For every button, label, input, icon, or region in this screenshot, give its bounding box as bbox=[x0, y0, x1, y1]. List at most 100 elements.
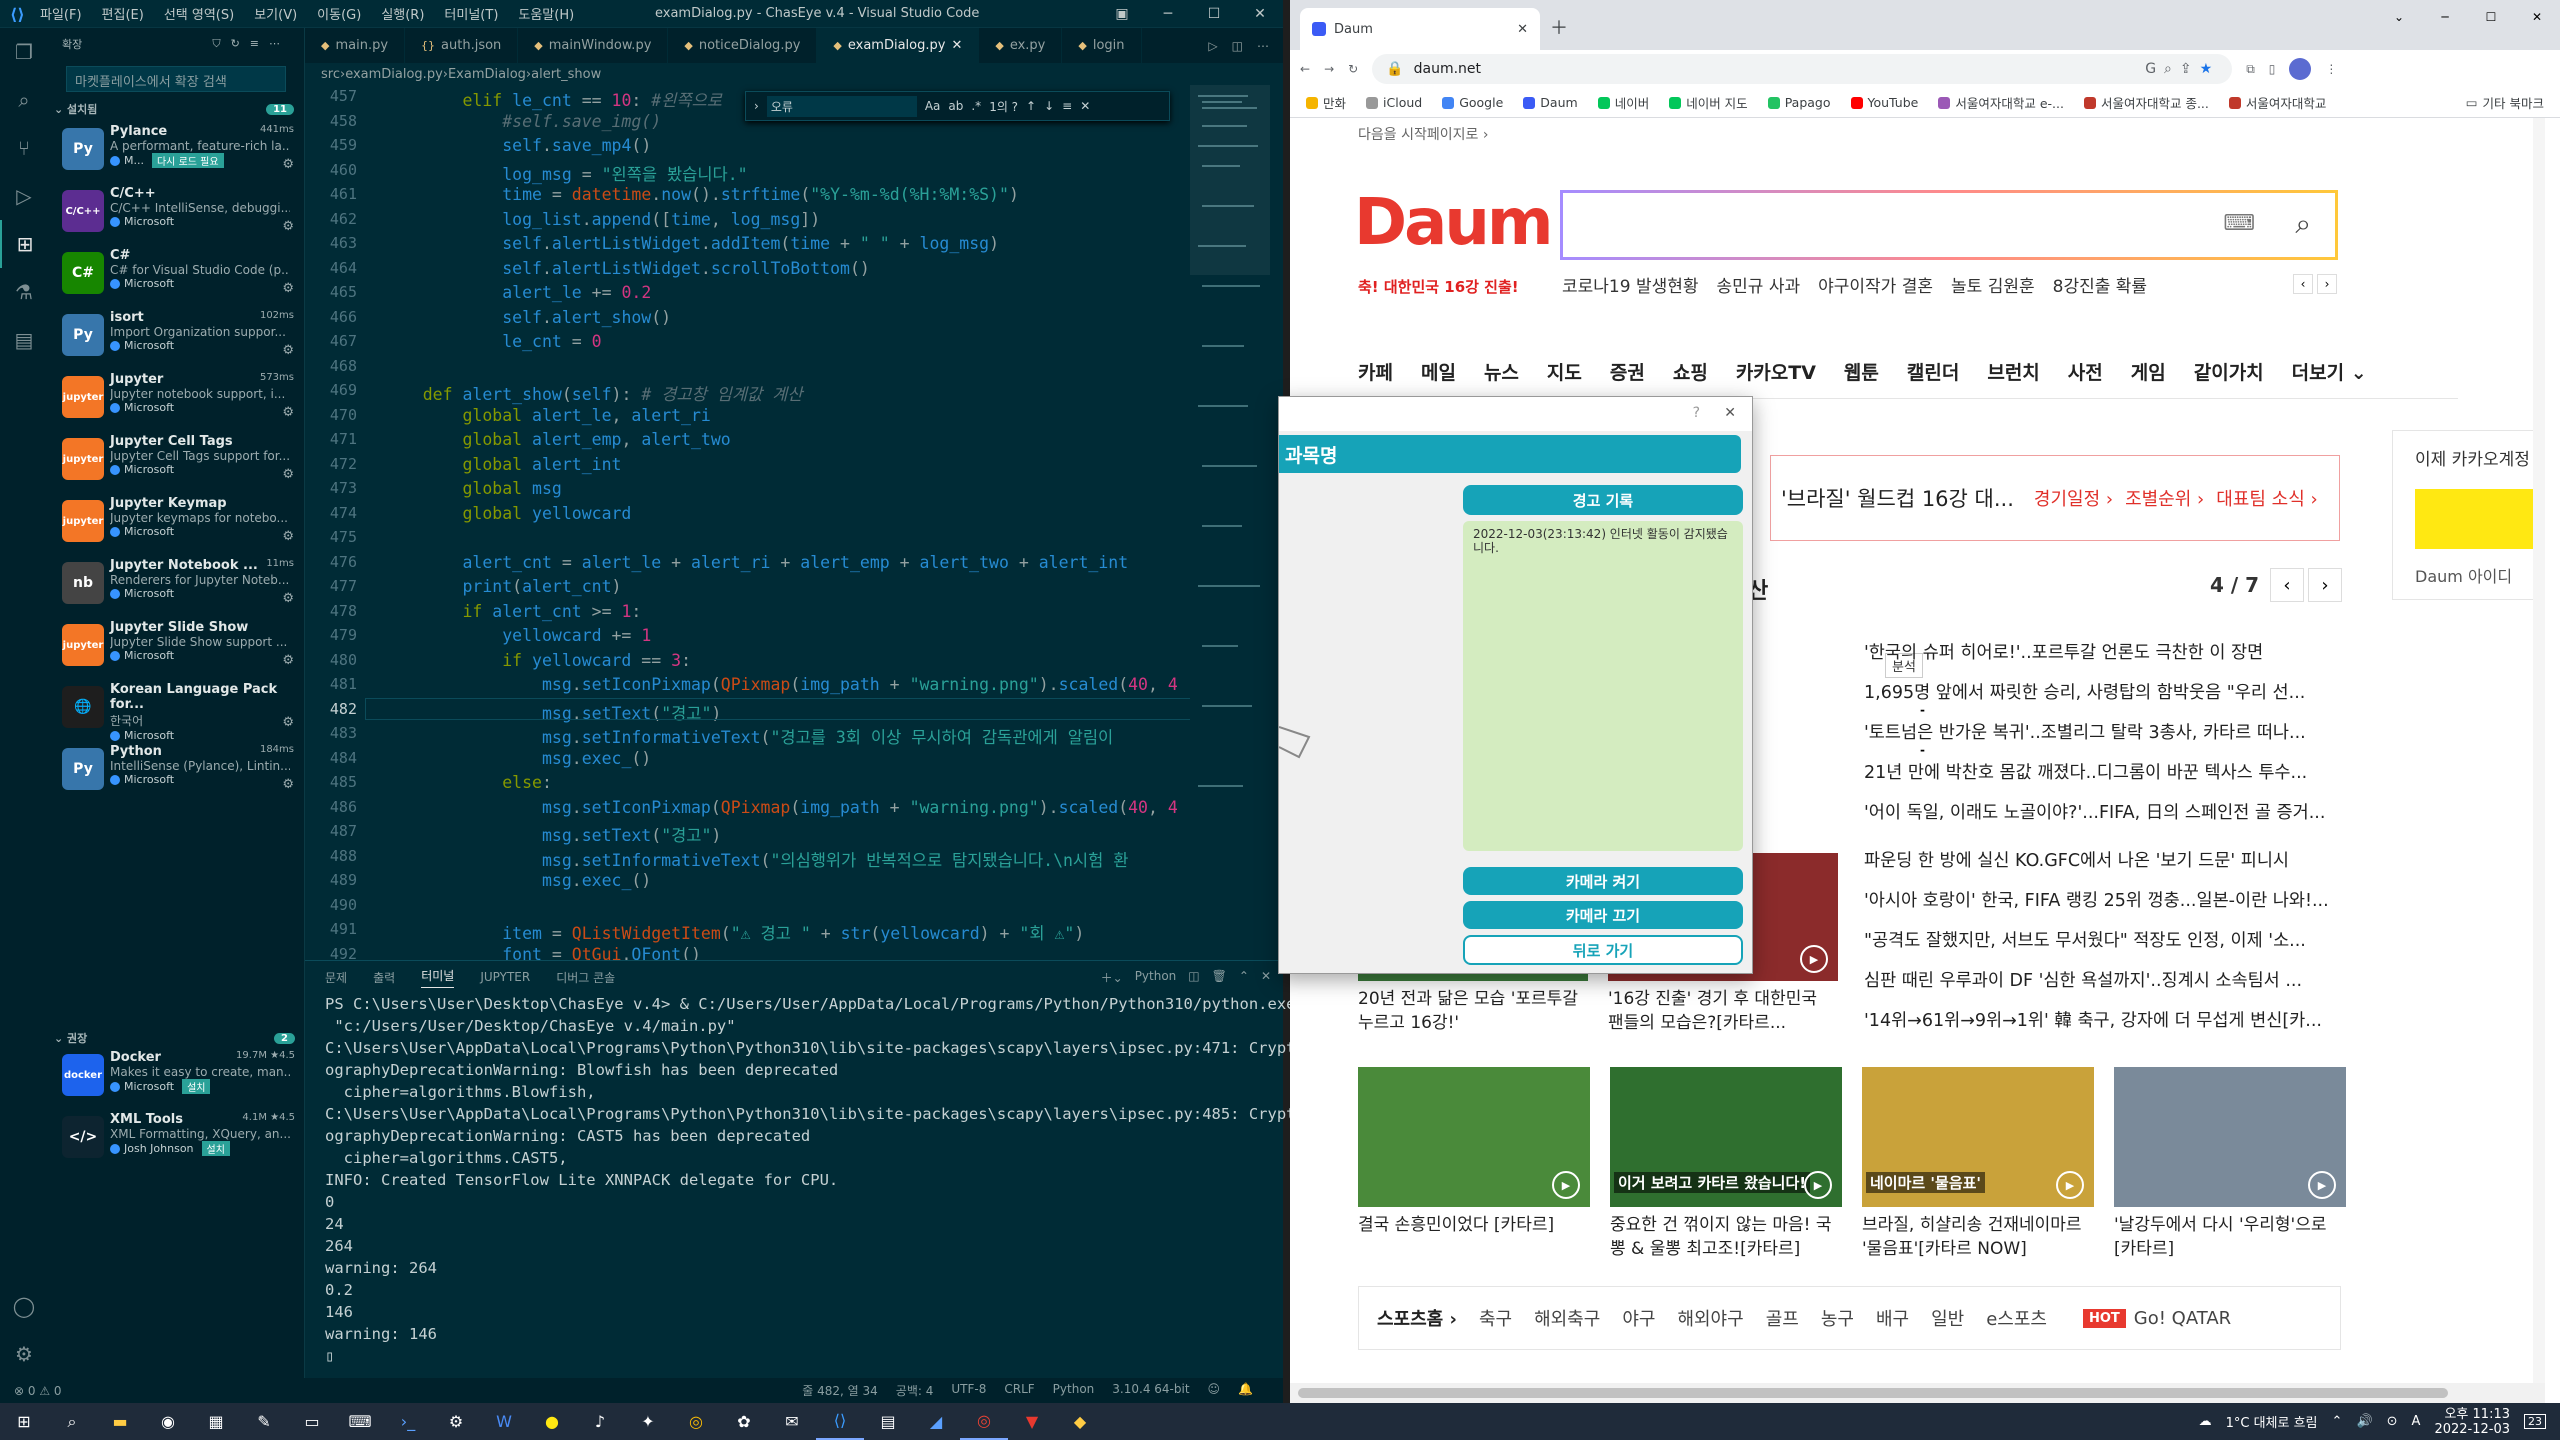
extension-gear-icon[interactable]: ⚙ bbox=[282, 529, 294, 544]
logo-caption[interactable]: 축! 대한민국 16강 진출! bbox=[1358, 276, 1519, 297]
banner-link[interactable]: 조별순위 › bbox=[2125, 485, 2204, 511]
extension-gear-icon[interactable]: ⚙ bbox=[282, 405, 294, 420]
bookmark-star-icon[interactable]: ★ bbox=[2200, 61, 2221, 77]
extension-gear-icon[interactable]: ⚙ bbox=[282, 467, 294, 482]
sports-nav-item[interactable]: 축구 bbox=[1479, 1305, 1512, 1331]
chevron-right-icon[interactable]: › bbox=[754, 99, 759, 113]
tab-examdialog-py[interactable]: ◆ examDialog.py ✕ bbox=[817, 28, 980, 63]
sports-nav-item[interactable]: e스포츠 bbox=[1986, 1305, 2047, 1331]
bookmark-item[interactable]: 만화 bbox=[1306, 93, 1346, 112]
service-nav-item[interactable]: 쇼핑 bbox=[1673, 358, 1708, 385]
code-line[interactable]: item = QListWidgetItem("⚠ 경고 " + str(yel… bbox=[383, 920, 1084, 944]
code-line[interactable]: yellowcard += 1 bbox=[383, 626, 651, 645]
maximize-button[interactable]: ☐ bbox=[2468, 0, 2514, 34]
reload-icon[interactable]: ↻ bbox=[1348, 62, 1358, 76]
daum-logo[interactable]: Daum bbox=[1354, 186, 1554, 260]
close-tab-icon[interactable]: ✕ bbox=[1517, 22, 1528, 37]
play-icon[interactable]: ▶ bbox=[1552, 1171, 1580, 1199]
sports-nav-item[interactable]: 스포츠홈 › bbox=[1377, 1305, 1457, 1331]
sports-nav-item[interactable]: 해외축구 bbox=[1534, 1305, 1600, 1331]
share-icon[interactable]: ⇪ bbox=[2180, 61, 2200, 77]
close-tab-icon[interactable]: ✕ bbox=[951, 38, 962, 53]
sports-nav-item[interactable]: 야구 bbox=[1622, 1305, 1655, 1331]
service-nav-item[interactable]: 뉴스 bbox=[1484, 358, 1519, 385]
video-thumbnail[interactable]: 이거 보려고 카타르 왔습니다! ▶ bbox=[1610, 1067, 1842, 1207]
extension-gear-icon[interactable]: ⚙ bbox=[282, 715, 294, 730]
sports-nav-item[interactable]: 골프 bbox=[1766, 1305, 1799, 1331]
python-app-icon[interactable]: ◆ bbox=[1056, 1403, 1104, 1440]
play-icon[interactable]: ▶ bbox=[2056, 1171, 2084, 1199]
code-line[interactable]: global alert_emp, alert_two bbox=[383, 430, 730, 449]
code-line[interactable]: time = datetime.now().strftime("%Y-%m-%d… bbox=[383, 185, 1019, 204]
code-line[interactable]: msg.exec_() bbox=[383, 871, 651, 890]
panel-tab[interactable]: 디버그 콘솔 bbox=[556, 969, 615, 986]
clock[interactable]: 오후 11:13 2022-12-03 bbox=[2434, 1407, 2510, 1437]
code-line[interactable]: log_msg = "왼쪽을 봤습니다." bbox=[383, 161, 747, 185]
sports-nav-item[interactable]: 농구 bbox=[1821, 1305, 1854, 1331]
trend-keyword[interactable]: 야구이작가 결혼 bbox=[1818, 272, 1933, 297]
mcafee-icon[interactable]: ▼ bbox=[1008, 1403, 1056, 1440]
daum-search-input[interactable]: ⌨ ⌕ bbox=[1560, 190, 2338, 260]
volume-icon[interactable]: 🔊 bbox=[2356, 1414, 2372, 1429]
hot-link[interactable]: Go! QATAR bbox=[2134, 1308, 2231, 1329]
source-control-icon[interactable]: ⑂ bbox=[0, 124, 48, 172]
menu-item[interactable]: 도움말(H) bbox=[518, 4, 574, 23]
breadcrumb-item[interactable]: src bbox=[321, 67, 340, 82]
browser-tab-daum[interactable]: Daum ✕ bbox=[1300, 8, 1540, 50]
minimize-button[interactable]: ─ bbox=[2422, 0, 2468, 34]
menu-item[interactable]: 실행(R) bbox=[381, 4, 424, 23]
chrome-taskbar-icon-2[interactable]: ◎ bbox=[960, 1403, 1008, 1440]
headline-item[interactable]: '한국의 슈퍼 히어로!'..포르투갈 언론도 극찬한 이 장면 bbox=[1864, 633, 2354, 673]
tab-login[interactable]: ◆ login bbox=[1062, 28, 1142, 63]
alert-list[interactable]: 2022-12-03(23:13:42) 인터넷 활동이 감지됐습니다. bbox=[1463, 521, 1743, 851]
camera-on-button[interactable]: 카메라 켜기 bbox=[1463, 867, 1743, 895]
banner-link[interactable]: 대표팀 소식 › bbox=[2216, 485, 2317, 511]
install-button[interactable]: 설치 bbox=[201, 1141, 230, 1156]
headline-item[interactable]: 21년 만에 박찬호 몸값 깨졌다..디그롬이 바꾼 텍사스 투수... bbox=[1864, 753, 2354, 793]
extension-gear-icon[interactable]: ⚙ bbox=[282, 281, 294, 296]
daum-id-link[interactable]: Daum 아이디 bbox=[2415, 563, 2512, 587]
video-card[interactable]: ▶ '날강두에서 다시 '우리형'으로 [카타르] bbox=[2114, 1067, 2346, 1261]
sketch-icon[interactable]: ◢ bbox=[912, 1403, 960, 1440]
trend-keyword[interactable]: 송민규 사과 bbox=[1717, 272, 1801, 297]
extension-item[interactable]: 🌐 Korean Language Pack for... 한국어 Microsoft… bbox=[48, 678, 304, 742]
find-in-selection-icon[interactable]: ≡ bbox=[1062, 99, 1072, 113]
trend-keyword[interactable]: 놀토 김원훈 bbox=[1951, 272, 2035, 297]
app-icon[interactable]: ◉ bbox=[144, 1403, 192, 1440]
page-scrollbar[interactable] bbox=[2533, 118, 2545, 1383]
mail-icon[interactable]: ✉ bbox=[768, 1403, 816, 1440]
code-line[interactable]: msg.setIconPixmap(QPixmap(img_path + "wa… bbox=[383, 798, 1178, 817]
back-icon[interactable]: ← bbox=[1300, 62, 1310, 76]
settings-gear-icon[interactable]: ⚙ bbox=[432, 1403, 480, 1440]
close-button[interactable]: ✕ bbox=[1724, 405, 1736, 421]
panel-tab[interactable]: JUPYTER bbox=[480, 970, 530, 984]
extension-item[interactable]: nb Jupyter Notebook ... Renderers for Jupy… bbox=[48, 554, 304, 616]
terminal-output[interactable]: PS C:\Users\User\Desktop\ChasEye v.4> & … bbox=[305, 993, 1296, 1367]
bookmark-item[interactable]: Papago bbox=[1767, 95, 1831, 110]
extension-gear-icon[interactable]: ⚙ bbox=[282, 777, 294, 792]
play-icon[interactable]: ▶ bbox=[2308, 1171, 2336, 1199]
menu-item[interactable]: 파일(F) bbox=[40, 4, 82, 23]
whole-word-toggle[interactable]: ab bbox=[948, 99, 963, 113]
code-line[interactable]: if yellowcard == 3: bbox=[383, 651, 691, 670]
tab-main-py[interactable]: ◆ main.py bbox=[305, 28, 406, 63]
horizontal-scrollbar[interactable] bbox=[1290, 1383, 2545, 1403]
tab-search-icon[interactable]: ⌄ bbox=[2376, 0, 2422, 34]
taskbar-search-icon[interactable]: ⌕ bbox=[48, 1403, 96, 1440]
video-card[interactable]: 이거 보려고 카타르 왔습니다! ▶ 중요한 건 꺾이지 않는 마음! 국뽕 & 울… bbox=[1610, 1067, 1842, 1261]
news-next-icon[interactable]: › bbox=[2308, 568, 2342, 602]
code-line[interactable]: msg.setText("경고") bbox=[383, 822, 721, 846]
weather-icon[interactable]: ☁ bbox=[2199, 1414, 2212, 1429]
code-editor[interactable]: 457 elif le_cnt == 10: #왼쪽으로 458 #self.sa… bbox=[305, 85, 1283, 964]
file-explorer-icon[interactable]: ▬ bbox=[96, 1403, 144, 1440]
reload-required-badge[interactable]: 다시 로드 필요 bbox=[151, 153, 224, 168]
news-prev-icon[interactable]: ‹ bbox=[2270, 568, 2304, 602]
code-line[interactable]: global alert_int bbox=[383, 455, 621, 474]
code-line[interactable]: #self.save_img() bbox=[383, 112, 661, 131]
bookmark-item[interactable]: iCloud bbox=[1366, 95, 1422, 110]
code-line[interactable]: self.alertListWidget.addItem(time + " " … bbox=[383, 234, 999, 253]
code-line[interactable]: else: bbox=[383, 773, 552, 792]
video-card[interactable]: 네이마르 '물음표' ▶ 브라질, 히샬리송 건재네이마르 '물음표'[카타르 NO… bbox=[1862, 1067, 2094, 1261]
calculator-icon[interactable]: ▦ bbox=[192, 1403, 240, 1440]
video-thumbnail[interactable]: ▶ bbox=[2114, 1067, 2346, 1207]
